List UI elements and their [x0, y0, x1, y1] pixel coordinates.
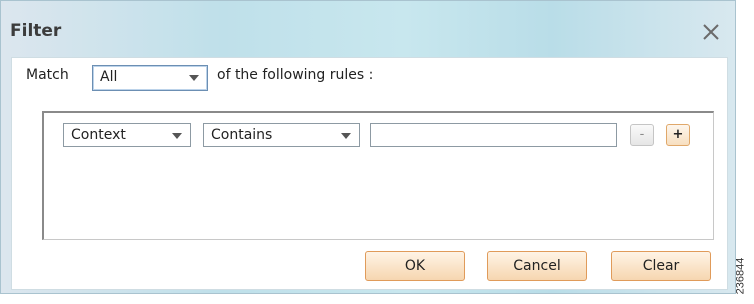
close-icon[interactable] [699, 20, 723, 44]
figure-id-text: 236844 [734, 257, 747, 295]
rule-field-select[interactable]: Context [63, 123, 191, 147]
ok-button[interactable]: OK [365, 251, 465, 281]
rule-operator-value: Contains [211, 127, 273, 143]
rule-operator-select[interactable]: Contains [203, 123, 360, 147]
match-label: Match [26, 67, 69, 83]
chevron-down-icon [341, 133, 351, 139]
match-suffix-label: of the following rules : [217, 67, 374, 83]
match-select[interactable]: All [92, 65, 208, 91]
add-rule-button[interactable]: + [666, 124, 690, 146]
filter-dialog: Filter Match All of the following rules … [0, 0, 736, 294]
rule-field-value: Context [71, 127, 126, 143]
dialog-title: Filter [10, 21, 62, 41]
remove-rule-button[interactable]: - [630, 124, 654, 146]
chevron-down-icon [172, 133, 182, 139]
clear-button[interactable]: Clear [611, 251, 711, 281]
chevron-down-icon [189, 75, 199, 81]
rules-list: Context Contains - + [42, 111, 714, 240]
match-select-value: All [100, 69, 118, 85]
rule-value-input[interactable] [370, 123, 617, 147]
filter-panel: Match All of the following rules : Conte… [11, 57, 728, 290]
cancel-button[interactable]: Cancel [487, 251, 587, 281]
figure-id-watermark: 236844 [734, 252, 754, 304]
